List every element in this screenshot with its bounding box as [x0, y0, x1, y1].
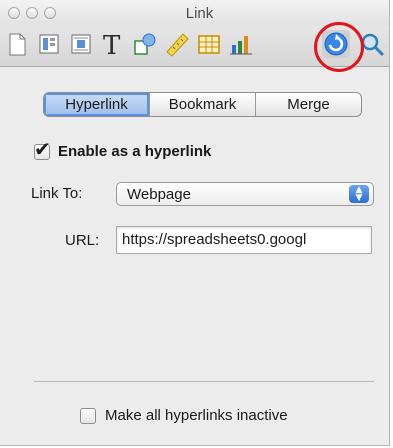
window-title: Link [185, 5, 214, 22]
shapes-icon[interactable] [131, 30, 159, 58]
link-to-select[interactable]: Webpage ▲ ▼ [116, 182, 374, 206]
text-icon[interactable]: T [99, 30, 127, 58]
table-icon[interactable] [195, 30, 223, 58]
url-label: URL: [65, 232, 100, 249]
enable-hyperlink-row[interactable]: ✔ Enable as a hyperlink [34, 139, 212, 160]
enable-hyperlink-checkbox[interactable]: ✔ [34, 139, 51, 160]
inactive-hyperlinks-row[interactable]: Make all hyperlinks inactive [80, 407, 288, 424]
link-type-tabs: Hyperlink Bookmark Merge [43, 92, 362, 117]
inactive-hyperlinks-checkbox[interactable] [80, 407, 96, 424]
updown-arrows-icon: ▲ ▼ [349, 185, 369, 203]
ruler-icon[interactable] [163, 30, 191, 58]
svg-text:T: T [103, 31, 121, 58]
link-inspector-window: Link T Hyperlink Bookmark Merge ✔ Enable… [0, 0, 390, 446]
checkmark-icon: ✔ [34, 136, 51, 161]
link-to-label: Link To: [31, 185, 83, 202]
title-bar: Link [0, 0, 389, 26]
tab-hyperlink[interactable]: Hyperlink [44, 93, 150, 116]
layout-icon[interactable] [35, 30, 63, 58]
url-field[interactable]: https://spreadsheets0.googl [116, 226, 372, 254]
tab-merge[interactable]: Merge [256, 93, 361, 116]
wrap-icon[interactable] [67, 30, 95, 58]
chart-icon[interactable] [227, 30, 255, 58]
highlight-circle [314, 22, 364, 72]
tab-bookmark[interactable]: Bookmark [150, 93, 256, 116]
divider [34, 381, 374, 382]
enable-hyperlink-label: Enable as a hyperlink [58, 143, 212, 160]
inactive-hyperlinks-label: Make all hyperlinks inactive [105, 407, 288, 424]
link-to-value: Webpage [127, 186, 191, 203]
document-icon[interactable] [3, 30, 31, 58]
